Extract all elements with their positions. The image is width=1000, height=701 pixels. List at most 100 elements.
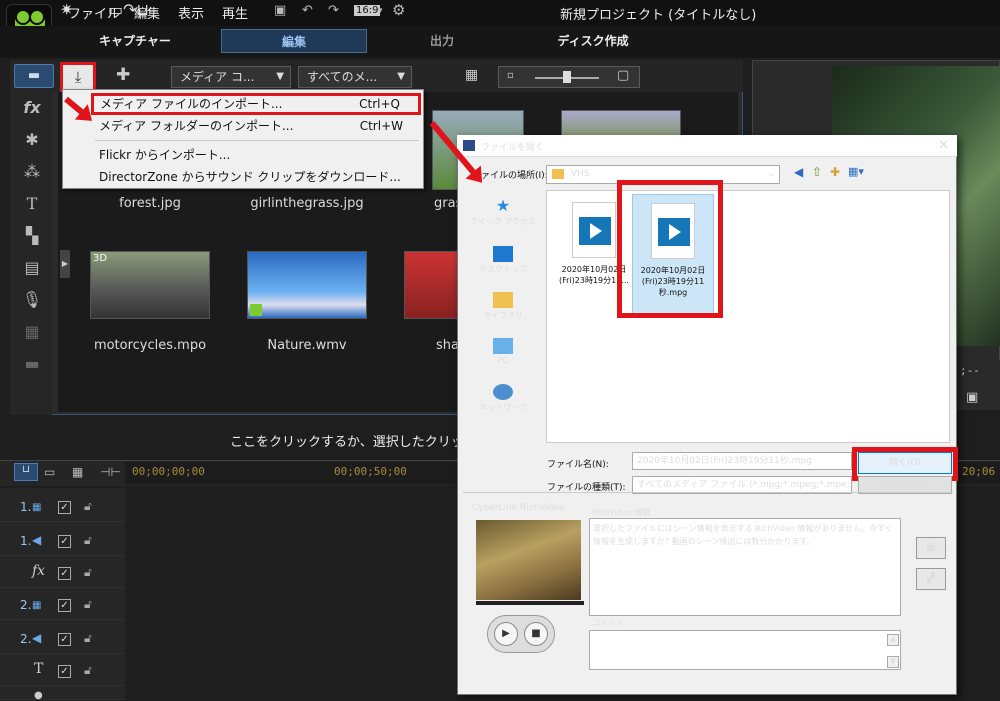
place-quick-access[interactable]: ★ クイック アクセス bbox=[463, 198, 543, 227]
grid-view-icon[interactable]: ▦ bbox=[465, 67, 478, 83]
track-enable-checkbox[interactable]: ✓ bbox=[58, 599, 71, 612]
close-icon[interactable]: ✕ bbox=[938, 138, 949, 153]
tab-output[interactable]: 出力 bbox=[372, 29, 512, 53]
media-room-button[interactable]: ▬ bbox=[14, 64, 54, 88]
track-enable-checkbox[interactable]: ✓ bbox=[58, 567, 71, 580]
menu-item-shortcut: Ctrl+W bbox=[359, 119, 403, 133]
place-library[interactable]: ライブラリ bbox=[463, 292, 543, 321]
track-label: 2. bbox=[20, 632, 32, 646]
voice-track-icon: ● bbox=[34, 690, 43, 701]
timeline-view-button[interactable]: ⊔ bbox=[14, 463, 38, 481]
menu-item-directorzone[interactable]: DirectorZone からサウンド クリップをダウンロード... bbox=[63, 166, 423, 188]
chevron-down-icon: ▼ bbox=[397, 71, 405, 82]
edit-scene-button[interactable]: ▞ bbox=[916, 568, 946, 590]
tab-capture[interactable]: キャプチャー bbox=[60, 29, 210, 53]
lock-icon[interactable]: 🔓︎ bbox=[84, 597, 92, 612]
back-icon[interactable]: ◀ bbox=[794, 165, 803, 179]
track-enable-checkbox[interactable]: ✓ bbox=[58, 501, 71, 514]
scroll-up-icon[interactable]: ▲ bbox=[887, 634, 899, 646]
folder-icon bbox=[552, 169, 564, 179]
media-thumbnail[interactable] bbox=[247, 251, 367, 319]
filetype-value: すべてのメディア ファイル (*.mpg;*.mpeg;*.mpe;*.dat;… bbox=[637, 480, 851, 490]
play-icon[interactable]: ▶ bbox=[494, 622, 518, 646]
pip-room-icon[interactable]: ✱ bbox=[20, 130, 44, 149]
media-thumbnail[interactable]: 3D bbox=[90, 251, 210, 319]
add-to-track-button[interactable]: ▭↷⊔ bbox=[108, 0, 222, 19]
menu-item-import-files[interactable]: メディア ファイルのインポート... Ctrl+Q bbox=[91, 93, 421, 115]
media-type-dropdown[interactable]: メディア コ... ▼ bbox=[171, 66, 291, 88]
menu-item-flickr[interactable]: Flickr からインポート... bbox=[63, 144, 423, 166]
snapshot-icon[interactable]: ▣ bbox=[966, 390, 978, 405]
transition-room-icon[interactable]: ▚ bbox=[20, 226, 44, 245]
preview-progress-bar[interactable] bbox=[476, 601, 584, 605]
lock-icon[interactable]: 🔓︎ bbox=[84, 565, 92, 580]
track-manager-icon[interactable]: ▦ bbox=[72, 465, 83, 479]
track-voice: ● bbox=[0, 688, 125, 701]
chapter-room-icon: ▦ bbox=[24, 322, 40, 341]
audio-mix-icon[interactable]: ▤ bbox=[20, 258, 44, 277]
microphone-icon[interactable]: 🎙 bbox=[20, 290, 44, 309]
aspect-ratio-button[interactable]: 16:9 bbox=[354, 5, 381, 16]
comment-textarea[interactable] bbox=[589, 630, 901, 670]
title-room-icon[interactable]: T bbox=[20, 194, 44, 213]
place-desktop[interactable]: デスクトップ bbox=[463, 246, 543, 275]
place-pc[interactable]: PC bbox=[463, 338, 543, 365]
fit-timeline-icon[interactable]: ⊣⊢ bbox=[100, 465, 121, 479]
thumbnail-label: girlinthegrass.jpg bbox=[250, 196, 364, 211]
place-network[interactable]: ネットワーク bbox=[463, 384, 543, 413]
slider-thumb[interactable] bbox=[563, 71, 571, 83]
aspect-dropdown-icon[interactable]: ▾ bbox=[378, 6, 383, 16]
view-menu-icon[interactable]: ▦▾ bbox=[848, 165, 864, 178]
lock-icon[interactable]: 🔓︎ bbox=[84, 663, 92, 678]
tab-edit[interactable]: 編集 bbox=[221, 29, 367, 53]
filename-value: 2020年10月02日(Fri)23時19分11秒.mpg bbox=[637, 456, 812, 466]
clapper-icon: ▬ bbox=[27, 68, 41, 83]
video-file-icon bbox=[572, 202, 616, 258]
stop-icon[interactable]: ■ bbox=[524, 622, 548, 646]
scene-detect-button[interactable]: ▦ bbox=[916, 537, 946, 559]
new-folder-icon[interactable]: ✚ bbox=[830, 165, 840, 179]
track-enable-checkbox[interactable]: ✓ bbox=[58, 665, 71, 678]
menu-play[interactable]: 再生 bbox=[222, 3, 248, 22]
open-button[interactable]: 開く(O) bbox=[858, 452, 952, 474]
fx-room-icon[interactable]: fx bbox=[20, 98, 44, 117]
desktop-icon bbox=[493, 246, 513, 262]
up-folder-icon[interactable]: ⇧ bbox=[812, 165, 822, 179]
menu-item-import-folder[interactable]: メディア フォルダーのインポート... Ctrl+W bbox=[63, 115, 423, 137]
tab-disc[interactable]: ディスク作成 bbox=[520, 29, 666, 53]
filename-input[interactable]: 2020年10月02日(Fri)23時19分11秒.mpg bbox=[632, 452, 852, 470]
menu-item-label: Flickr からインポート... bbox=[99, 148, 231, 162]
thumbnail-label: sha bbox=[436, 338, 459, 353]
3d-badge: 3D bbox=[93, 253, 108, 264]
redo-icon[interactable]: ↷ bbox=[328, 3, 339, 18]
lock-icon[interactable]: 🔓︎ bbox=[84, 631, 92, 646]
media-thumbnail[interactable] bbox=[561, 110, 681, 136]
expand-panel-handle[interactable]: ▶ bbox=[60, 250, 70, 278]
track-audio-2: 2. ◀ ✓ 🔓︎ bbox=[0, 624, 125, 654]
dialog-title-bar: ファイルを開く ✕ bbox=[457, 135, 957, 157]
media-thumbnail[interactable] bbox=[404, 251, 458, 319]
import-media-button[interactable]: ⤓ bbox=[60, 62, 96, 92]
thumbnail-size-slider[interactable]: ▫ ▢ bbox=[498, 66, 640, 88]
menu-item-label: メディア フォルダーのインポート... bbox=[99, 119, 294, 133]
small-size-icon: ▫ bbox=[507, 70, 514, 81]
undo-icon[interactable]: ↶ bbox=[302, 3, 313, 18]
ruler-time: 00;00;00;00 bbox=[132, 465, 205, 478]
lock-icon[interactable]: 🔓︎ bbox=[84, 499, 92, 514]
track-enable-checkbox[interactable]: ✓ bbox=[58, 535, 71, 548]
track-enable-checkbox[interactable]: ✓ bbox=[58, 633, 71, 646]
scroll-down-icon[interactable]: ▼ bbox=[887, 656, 899, 668]
gear-icon[interactable]: ⚙ bbox=[392, 1, 405, 19]
media-filter-dropdown[interactable]: すべてのメ... ▼ bbox=[298, 66, 412, 88]
storyboard-view-icon[interactable]: ▭ bbox=[44, 465, 55, 479]
edit-icon: ▞ bbox=[927, 573, 935, 584]
audio-track-icon: ◀ bbox=[32, 631, 42, 645]
lock-icon[interactable]: 🔓︎ bbox=[84, 533, 92, 548]
menu-item-label: DirectorZone からサウンド クリップをダウンロード... bbox=[99, 170, 401, 184]
ruler-time: 00;00;50;00 bbox=[334, 465, 407, 478]
save-icon[interactable]: ▣ bbox=[274, 3, 286, 18]
plugin-icon[interactable]: ✚ bbox=[116, 65, 130, 85]
particle-room-icon[interactable]: ⁂ bbox=[20, 162, 44, 181]
insert-clip-icon: ▭↷⊔ bbox=[108, 0, 150, 19]
magic-tool-button[interactable]: ✷ bbox=[60, 0, 104, 19]
